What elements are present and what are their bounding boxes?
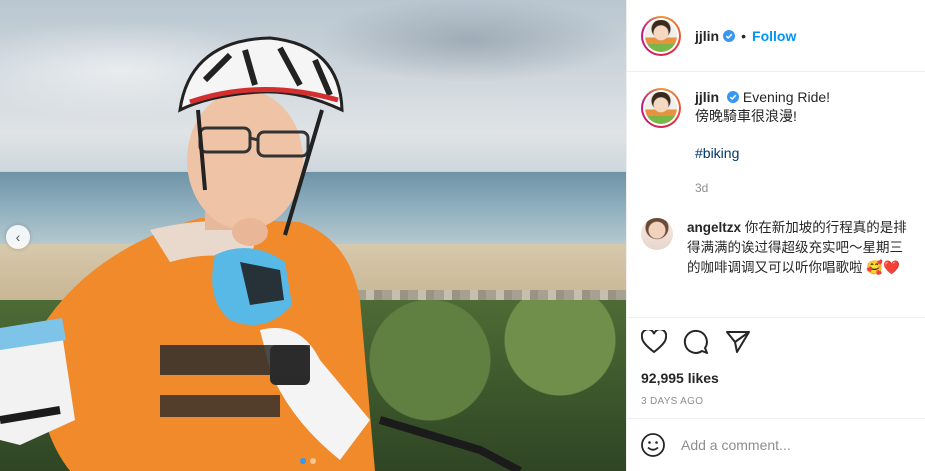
carousel-prev-button[interactable]: ‹: [6, 225, 30, 249]
cyclist-figure: [0, 36, 522, 471]
comments-section: jjlin Evening Ride! 傍晚騎車很浪漫! #biking 3d …: [627, 72, 925, 317]
verified-badge-icon: [727, 91, 740, 103]
likes-count[interactable]: 92,995 likes: [641, 370, 912, 386]
caption-time[interactable]: 3d: [695, 179, 830, 198]
author-avatar[interactable]: [641, 15, 681, 56]
separator-dot: •: [741, 27, 747, 44]
carousel-dots: [300, 458, 316, 464]
comment-icon[interactable]: [683, 329, 709, 355]
caption-username[interactable]: jjlin: [695, 89, 719, 105]
add-comment-bar: Add a comment...: [627, 418, 925, 471]
carousel-dot: [300, 458, 306, 464]
heart-icon[interactable]: [641, 330, 667, 354]
action-icons: [641, 328, 912, 356]
comment-item: angeltzx 你在新加坡的行程真的是排得满满的诶过得超级充实吧～星期三的咖啡…: [641, 218, 912, 278]
comment-input[interactable]: Add a comment...: [681, 437, 791, 453]
author-username[interactable]: jjlin: [695, 28, 719, 44]
chevron-left-icon: ‹: [15, 229, 21, 245]
commenter-username[interactable]: angeltzx: [687, 220, 741, 235]
caption-line-2: 傍晚騎車很浪漫!: [695, 108, 797, 124]
comment-body: angeltzx 你在新加坡的行程真的是排得满满的诶过得超级充实吧～星期三的咖啡…: [687, 218, 912, 278]
carousel-dot: [310, 458, 316, 464]
post-header: jjlin • Follow: [627, 0, 925, 72]
author-avatar[interactable]: [641, 88, 681, 128]
post-timestamp: 3 DAYS AGO: [641, 396, 704, 407]
post-actions: 92,995 likes 3 DAYS AGO: [627, 317, 925, 407]
caption-body: jjlin Evening Ride! 傍晚騎車很浪漫! #biking 3d: [695, 88, 830, 198]
hashtag-link[interactable]: #biking: [695, 144, 830, 163]
follow-button[interactable]: Follow: [752, 28, 796, 44]
share-icon[interactable]: [725, 330, 751, 354]
instagram-post: ‹ jjlin • Follow jjlin Evening Ride! 傍晚騎…: [0, 0, 925, 471]
commenter-avatar[interactable]: [641, 218, 673, 250]
caption: jjlin Evening Ride! 傍晚騎車很浪漫! #biking 3d: [641, 88, 912, 198]
caption-line-1: Evening Ride!: [742, 89, 831, 105]
verified-badge-icon: [723, 29, 736, 42]
post-photo[interactable]: ‹: [0, 0, 626, 471]
post-side-panel: jjlin • Follow jjlin Evening Ride! 傍晚騎車很…: [626, 0, 925, 471]
comment-emojis: 🥰❤️: [866, 260, 900, 275]
emoji-icon[interactable]: [641, 433, 665, 457]
